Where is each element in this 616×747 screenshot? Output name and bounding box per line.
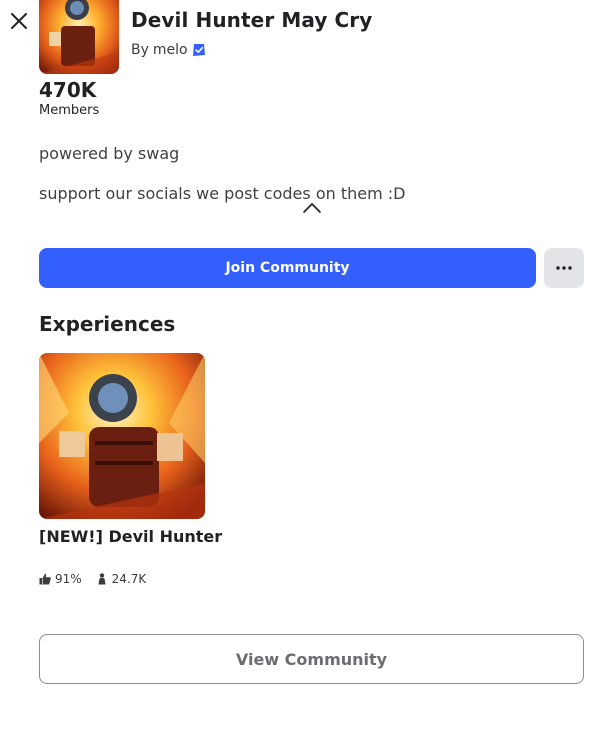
ellipsis-icon — [556, 266, 572, 270]
group-name: Devil Hunter May Cry — [131, 8, 373, 32]
thumbs-up-icon — [39, 573, 51, 585]
close-button[interactable] — [8, 10, 30, 32]
group-thumbnail — [39, 0, 119, 74]
experience-thumbnail — [39, 353, 205, 519]
players-icon — [98, 573, 106, 585]
by-prefix: By — [131, 42, 149, 58]
experience-name[interactable]: [NEW!] Devil Hunter — [39, 527, 222, 546]
experience-card[interactable] — [39, 353, 205, 519]
more-options-button[interactable] — [544, 248, 584, 288]
collapse-description-button[interactable] — [302, 200, 322, 214]
members-label: Members — [39, 103, 100, 118]
description-line: support our socials we post codes on the… — [39, 184, 406, 203]
players-count: 24.7K — [111, 572, 147, 586]
verified-badge-icon — [192, 44, 205, 56]
members-count: 470K — [39, 78, 97, 102]
rating-value: 91% — [55, 572, 82, 586]
view-community-button[interactable]: View Community — [39, 634, 584, 684]
experiences-heading: Experiences — [39, 312, 176, 336]
chevron-up-icon — [303, 203, 321, 213]
join-community-button[interactable]: Join Community — [39, 248, 536, 288]
description-line: powered by swag — [39, 144, 180, 163]
owner-link[interactable]: melo — [153, 42, 188, 58]
close-icon — [11, 13, 27, 29]
experience-stats: 91% 24.7K — [39, 572, 146, 586]
byline: By melo — [131, 42, 206, 58]
